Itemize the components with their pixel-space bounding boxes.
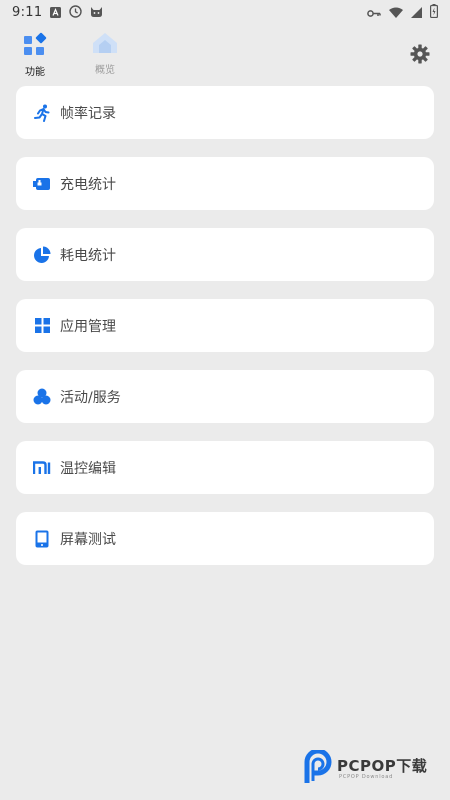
menu-item-screen-test[interactable]: 屏幕测试: [16, 512, 434, 565]
gear-icon: [410, 44, 430, 68]
menu-item-fps-record[interactable]: 帧率记录: [16, 86, 434, 139]
menu-item-label: 耗电统计: [60, 247, 116, 264]
menu-item-label: 屏幕测试: [60, 531, 116, 548]
app-screen: 9:11 功能 概览 帧率记录 充电统计 耗电统计 应用管理 活动/服务 温控编…: [0, 0, 450, 800]
menu-item-app-management[interactable]: 应用管理: [16, 299, 434, 352]
status-left: 9:11: [12, 3, 103, 22]
tab-overview-label: 概览: [95, 65, 115, 76]
menu-item-activities-services[interactable]: 活动/服务: [16, 370, 434, 423]
settings-button[interactable]: [410, 44, 430, 64]
circles-icon: [33, 388, 51, 406]
tablet-icon: [33, 530, 51, 548]
running-person-icon: [33, 104, 51, 122]
mi-logo-icon: [33, 459, 51, 477]
a-letter-icon: [50, 3, 62, 22]
grid-apps-icon: [23, 32, 47, 60]
wifi-icon: [389, 3, 403, 22]
cat-icon: [90, 3, 103, 22]
grid-icon: [33, 317, 51, 335]
status-bar: 9:11: [0, 0, 450, 24]
menu-item-thermal-edit[interactable]: 温控编辑: [16, 441, 434, 494]
watermark-brand: PCPOP下载: [337, 757, 428, 775]
menu-item-charging-stats[interactable]: 充电统计: [16, 157, 434, 210]
pcpop-watermark: PCPOP下载 PCPOP Download: [304, 748, 427, 788]
menu-item-power-stats[interactable]: 耗电统计: [16, 228, 434, 281]
menu-item-label: 帧率记录: [60, 105, 116, 122]
status-right: [367, 3, 439, 22]
status-time: 9:11: [12, 4, 43, 20]
battery-charge-icon: [33, 175, 51, 193]
house-icon: [91, 32, 119, 58]
vpn-key-icon: [367, 3, 381, 22]
menu-item-label: 活动/服务: [60, 389, 121, 406]
top-nav: 功能 概览: [0, 30, 450, 80]
tab-features[interactable]: 功能: [15, 32, 55, 78]
pie-chart-icon: [33, 246, 51, 264]
watermark-text: PCPOP下载 PCPOP Download: [337, 758, 427, 780]
menu-item-label: 应用管理: [60, 318, 116, 335]
menu-item-label: 温控编辑: [60, 460, 116, 477]
feature-menu: 帧率记录 充电统计 耗电统计 应用管理 活动/服务 温控编辑 屏幕测试: [16, 86, 434, 583]
battery-charging-icon: [430, 3, 439, 22]
clock-icon: [69, 3, 83, 22]
menu-item-label: 充电统计: [60, 176, 116, 193]
watermark-sub: PCPOP Download: [339, 774, 394, 780]
pcpop-logo-icon: [304, 748, 334, 788]
tab-overview[interactable]: 概览: [85, 32, 125, 76]
tab-features-label: 功能: [25, 67, 45, 78]
signal-icon: [411, 3, 422, 22]
